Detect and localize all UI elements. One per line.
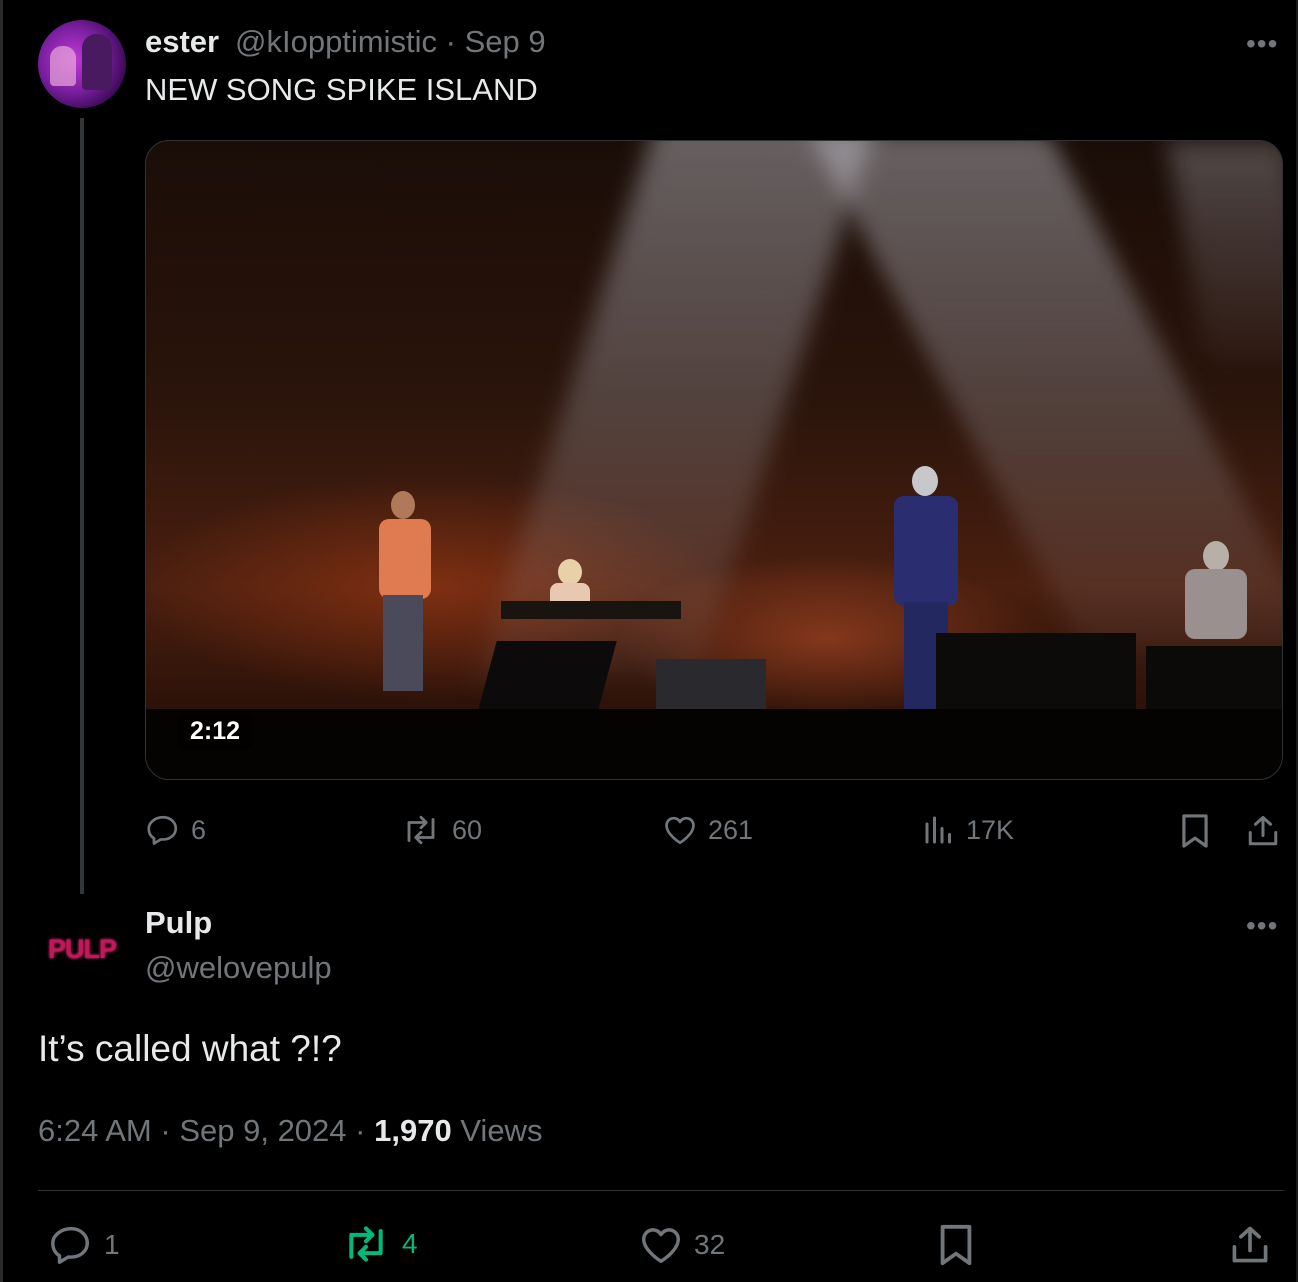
separator: · bbox=[355, 1113, 366, 1148]
separator: · bbox=[445, 24, 456, 59]
author-handle[interactable]: @kIopptimistic bbox=[235, 24, 437, 59]
share-button[interactable] bbox=[1245, 812, 1281, 850]
more-icon[interactable]: ••• bbox=[1246, 910, 1278, 942]
author-name[interactable]: ester bbox=[145, 24, 219, 60]
bookmark-icon bbox=[1178, 812, 1212, 850]
reply-count: 1 bbox=[104, 1229, 120, 1260]
like-button[interactable]: 32 bbox=[638, 1222, 725, 1268]
tweet-text: It’s called what ?!? bbox=[38, 1028, 342, 1069]
thread-connector bbox=[80, 118, 84, 894]
repost-button[interactable]: 60 bbox=[400, 812, 482, 848]
repost-icon bbox=[400, 812, 442, 848]
tweet-date[interactable]: Sep 9, 2024 bbox=[179, 1113, 346, 1148]
repost-button[interactable]: 4 bbox=[340, 1222, 418, 1266]
separator: · bbox=[160, 1113, 171, 1148]
views-label: Views bbox=[460, 1113, 543, 1148]
analytics-icon bbox=[922, 812, 956, 848]
reply-button[interactable]: 6 bbox=[145, 812, 206, 848]
like-button[interactable]: 261 bbox=[662, 812, 753, 848]
views-button[interactable]: 17K bbox=[922, 812, 1014, 848]
repost-count: 4 bbox=[402, 1228, 418, 1259]
author-handle[interactable]: @welovepulp bbox=[145, 950, 332, 986]
bookmark-button[interactable] bbox=[936, 1222, 976, 1268]
author-handle-date[interactable]: @kIopptimistic · Sep 9 bbox=[235, 24, 546, 60]
tweet-meta: 6:24 AM · Sep 9, 2024 · 1,970 Views bbox=[38, 1113, 542, 1149]
reply-icon bbox=[145, 812, 181, 848]
share-button[interactable] bbox=[1228, 1222, 1272, 1268]
like-count: 32 bbox=[694, 1229, 726, 1260]
views-count: 17K bbox=[966, 814, 1015, 845]
video-player[interactable]: 2:12 bbox=[145, 140, 1283, 780]
reply-count: 6 bbox=[191, 814, 207, 845]
heart-icon bbox=[638, 1222, 684, 1268]
heart-icon bbox=[662, 812, 698, 848]
frame-edge-left bbox=[0, 0, 3, 1282]
more-icon[interactable]: ••• bbox=[1246, 28, 1278, 60]
repost-icon bbox=[340, 1222, 392, 1266]
tweet-time[interactable]: 6:24 AM bbox=[38, 1113, 152, 1148]
tweet-text: NEW SONG SPIKE ISLAND bbox=[145, 72, 538, 107]
avatar[interactable]: PULP bbox=[38, 920, 126, 978]
reply-icon bbox=[48, 1222, 94, 1268]
tweet-date[interactable]: Sep 9 bbox=[465, 24, 546, 59]
bookmark-button[interactable] bbox=[1178, 812, 1212, 850]
reply-button[interactable]: 1 bbox=[48, 1222, 120, 1268]
bookmark-icon bbox=[936, 1222, 976, 1268]
like-count: 261 bbox=[708, 814, 754, 845]
share-icon bbox=[1228, 1222, 1272, 1268]
divider bbox=[38, 1190, 1284, 1191]
video-duration-badge: 2:12 bbox=[178, 713, 253, 750]
repost-count: 60 bbox=[452, 814, 483, 845]
views-count: 1,970 bbox=[374, 1113, 452, 1148]
avatar[interactable] bbox=[38, 20, 126, 108]
author-name[interactable]: Pulp bbox=[145, 905, 212, 941]
share-icon bbox=[1245, 812, 1281, 850]
